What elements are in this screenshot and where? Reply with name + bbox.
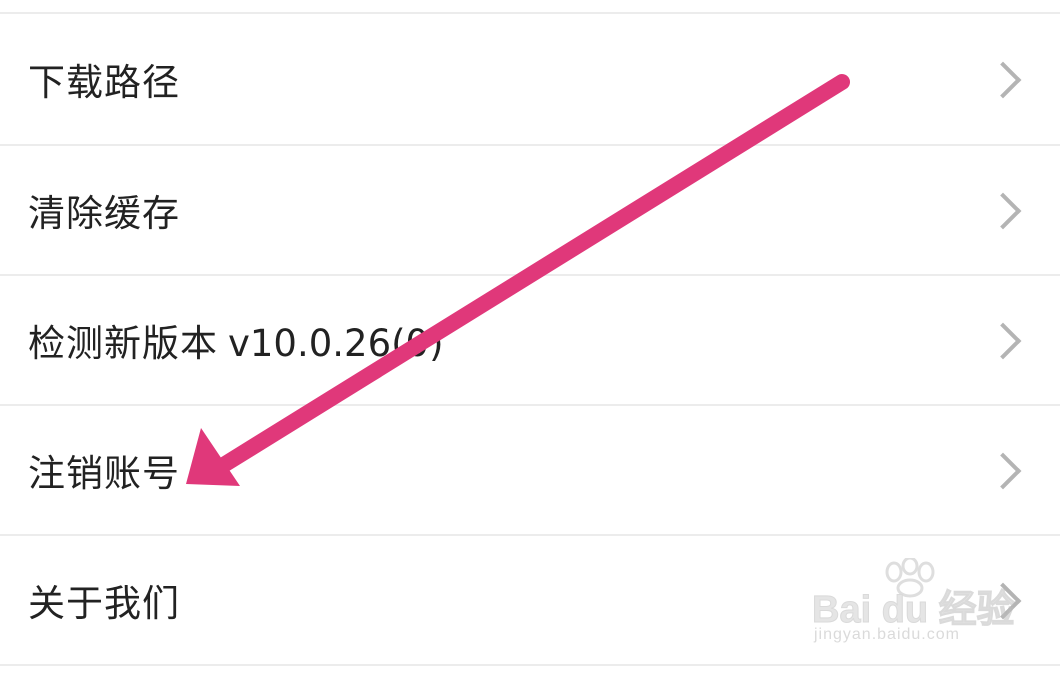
setting-row-clear-cache[interactable]: 清除缓存 xyxy=(0,146,1060,276)
watermark-url: jingyan.baidu.com xyxy=(814,626,960,643)
chevron-right-icon xyxy=(984,322,1022,360)
setting-label-clear-cache: 清除缓存 xyxy=(28,192,180,235)
check-version-text: 检测新版本 xyxy=(28,322,218,365)
setting-row-download-path[interactable]: 下载路径 xyxy=(0,14,1060,146)
setting-row-delete-account[interactable]: 注销账号 xyxy=(0,406,1060,536)
chevron-right-icon xyxy=(984,61,1022,99)
chevron-right-icon xyxy=(984,452,1022,490)
baidu-jingyan-watermark: Bai du 经验 jingyan.baidu.com xyxy=(812,558,1016,660)
chevron-right-icon xyxy=(984,192,1022,230)
setting-label-download-path: 下载路径 xyxy=(28,61,180,104)
settings-screen: 下载路径 清除缓存 检测新版本 v10.0.26(0) 注销账号 关于我们 Ba… xyxy=(0,0,1060,676)
watermark-brand: Bai du 经验 xyxy=(812,589,1016,632)
setting-row-check-version[interactable]: 检测新版本 v10.0.26(0) xyxy=(0,276,1060,406)
setting-label-about-us: 关于我们 xyxy=(28,582,180,625)
version-number: v10.0.26(0) xyxy=(228,322,444,365)
setting-label-check-version: 检测新版本 v10.0.26(0) xyxy=(28,313,444,367)
setting-label-delete-account: 注销账号 xyxy=(28,452,180,495)
